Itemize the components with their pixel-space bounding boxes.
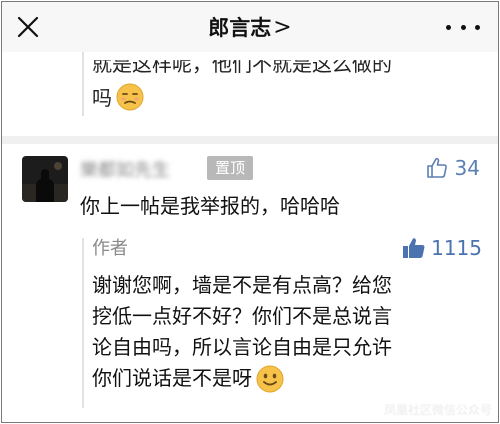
chevron-right-icon: > — [273, 14, 292, 40]
page-title[interactable]: 郎言志 > — [2, 2, 498, 52]
pinned-badge: 置顶 — [207, 156, 254, 180]
author-reply-line: 谢谢您啊，墙是不是有点高？给您 — [92, 273, 392, 297]
thumbs-up-outline-icon — [426, 157, 447, 178]
watermark: 凤凰社区微信公众号 — [383, 403, 492, 417]
username[interactable]: 樂都如先生 — [80, 156, 170, 182]
like-count: 34 — [454, 156, 480, 180]
comment-text: 你上一帖是我举报的，哈哈哈 — [80, 194, 340, 218]
previous-reply-line: 就是这样呢，他们不就是这么做的 — [92, 52, 392, 76]
author-reply-line: 论自由吗，所以言论自由是只允许 — [92, 335, 392, 359]
more-dot-icon — [475, 24, 480, 30]
more-options-button[interactable] — [446, 18, 480, 36]
top-bar: 郎言志 > — [2, 2, 498, 52]
author-label: 作者 — [92, 238, 128, 259]
unamused-face-icon — [116, 83, 144, 110]
previous-reply-line: 吗 — [92, 82, 144, 111]
quote-bar — [82, 238, 84, 408]
author-reply-text: 谢谢您啊，墙是不是有点高？给您 挖低一点好不好？你们不是总说言 论自由吗，所以言… — [92, 270, 392, 394]
close-button[interactable] — [16, 15, 40, 39]
screen-frame: 郎言志 > 就是这样呢，他们不就是这么做的 吗 樂都如先生 置顶 34 你上一帖… — [1, 1, 499, 423]
author-reply-line: 你们说话是不是呀 — [92, 363, 392, 394]
avatar-image — [22, 156, 68, 202]
author-reply: 作者 1115 谢谢您啊，墙是不是有点高？给您 挖低一点好不好？你们不是总说言 … — [82, 232, 482, 408]
like-button[interactable]: 34 — [425, 156, 480, 180]
avatar[interactable] — [22, 156, 68, 202]
previous-reply: 就是这样呢，他们不就是这么做的 吗 — [2, 52, 498, 136]
author-like-count: 1115 — [431, 236, 482, 260]
author-reply-line: 挖低一点好不好？你们不是总说言 — [92, 304, 392, 328]
more-dot-icon — [460, 24, 466, 30]
title-text: 郎言志 — [208, 16, 272, 40]
author-reply-line-text: 你们说话是不是呀 — [92, 366, 252, 390]
more-dot-icon — [446, 24, 451, 30]
section-divider — [2, 136, 498, 144]
quote-bar — [82, 52, 84, 116]
author-like-button[interactable]: 1115 — [401, 236, 482, 260]
comment-item: 樂都如先生 置顶 34 你上一帖是我举报的，哈哈哈 作者 1115 谢谢您啊，墙… — [2, 144, 498, 422]
smile-face-icon — [256, 365, 284, 392]
previous-reply-text: 吗 — [92, 86, 112, 110]
close-icon — [17, 16, 39, 38]
thumbs-up-filled-icon — [403, 238, 425, 258]
